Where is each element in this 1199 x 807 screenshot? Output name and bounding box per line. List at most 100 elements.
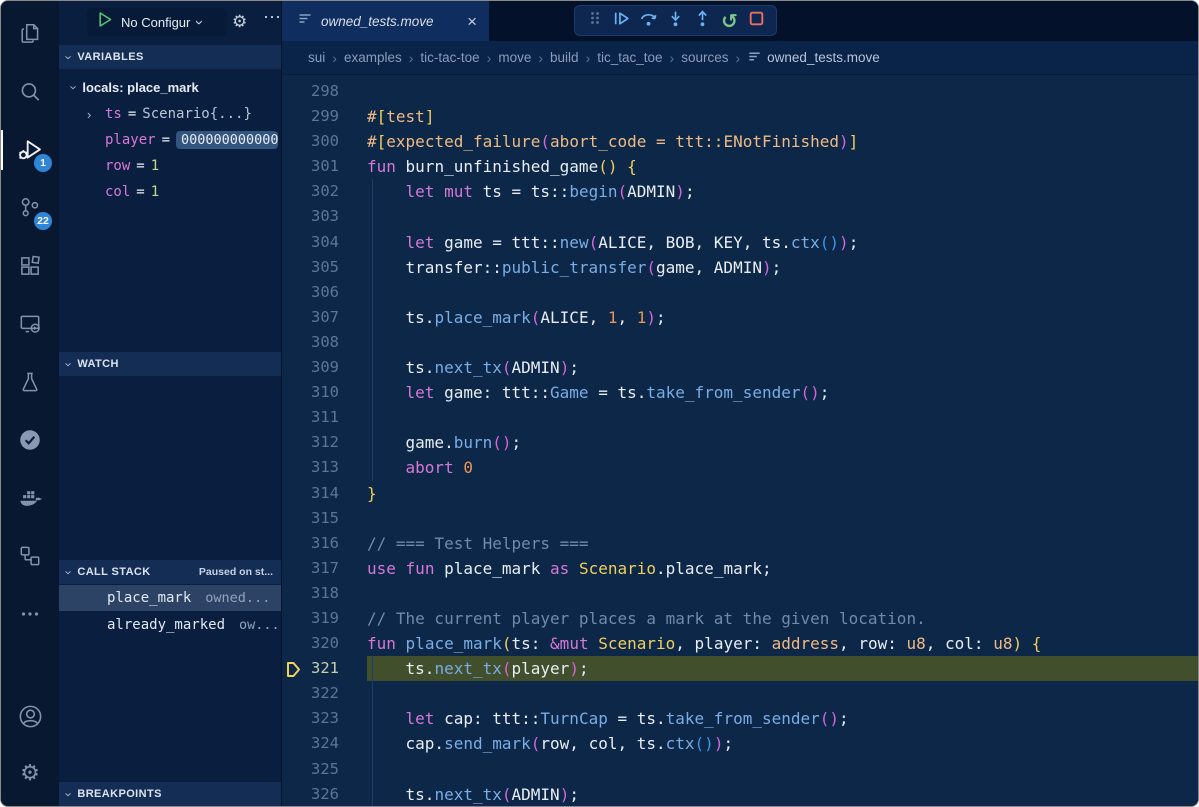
code-line-content[interactable] bbox=[367, 330, 1198, 355]
breadcrumb-item-build[interactable]: build bbox=[550, 50, 579, 65]
code-line-content[interactable]: use fun place_mark as Scenario.place_mar… bbox=[367, 556, 1198, 581]
activity-item-testing[interactable] bbox=[1, 353, 59, 411]
line-number[interactable]: 315 bbox=[282, 506, 339, 531]
call-stack-frame-place_mark[interactable]: place_markowned... bbox=[59, 585, 281, 611]
variable-row-player[interactable]: player=000000000000… bbox=[59, 127, 281, 153]
line-number[interactable]: 303 bbox=[282, 204, 339, 229]
line-number[interactable]: 326 bbox=[282, 782, 339, 806]
step-into-button[interactable] bbox=[662, 7, 689, 34]
code-line-content[interactable]: let mut ts = ts::begin(ADMIN); bbox=[367, 179, 1198, 204]
stop-button[interactable] bbox=[743, 7, 770, 34]
code-line-content[interactable]: fun place_mark(ts: &mut Scenario, player… bbox=[367, 631, 1198, 656]
code-line-content[interactable]: // The current player places a mark at t… bbox=[367, 606, 1198, 631]
code-line-content[interactable] bbox=[367, 405, 1198, 430]
activity-item-source-control[interactable]: 22 bbox=[1, 179, 59, 237]
breadcrumb-item-examples[interactable]: examples bbox=[344, 50, 402, 65]
breakpoints-section-header[interactable]: › BREAKPOINTS bbox=[59, 782, 281, 806]
line-number[interactable]: 323 bbox=[282, 706, 339, 731]
code-line-content[interactable]: ts.next_tx(player); bbox=[367, 656, 1198, 681]
line-number[interactable]: 308 bbox=[282, 330, 339, 355]
watch-section-header[interactable]: › WATCH bbox=[59, 352, 281, 376]
activity-item-search[interactable] bbox=[1, 63, 59, 121]
continue-button[interactable] bbox=[608, 7, 635, 34]
line-number[interactable]: 300 bbox=[282, 129, 339, 154]
breadcrumb-item-sui[interactable]: sui bbox=[308, 50, 325, 65]
variable-row-row[interactable]: row=1 bbox=[59, 153, 281, 179]
line-number[interactable]: 321 bbox=[282, 656, 339, 681]
restart-button[interactable]: ↺ bbox=[716, 7, 743, 34]
breadcrumb-file[interactable]: owned_tests.move bbox=[747, 49, 880, 67]
code-line-content[interactable] bbox=[367, 757, 1198, 782]
breadcrumb-item-sources[interactable]: sources bbox=[681, 50, 728, 65]
variables-section-header[interactable]: › VARIABLES bbox=[59, 45, 281, 69]
line-number[interactable]: 312 bbox=[282, 430, 339, 455]
code-line-content[interactable]: } bbox=[367, 481, 1198, 506]
line-number[interactable]: 320 bbox=[282, 631, 339, 656]
activity-item-run-debug[interactable]: 1 bbox=[1, 121, 59, 179]
code-line-content[interactable]: abort 0 bbox=[367, 455, 1198, 480]
code-line-content[interactable]: transfer::public_transfer(game, ADMIN); bbox=[367, 255, 1198, 280]
code-line-content[interactable]: #[expected_failure(abort_code = ttt::ENo… bbox=[367, 129, 1198, 154]
code-line-content[interactable] bbox=[367, 506, 1198, 531]
line-number[interactable]: 307 bbox=[282, 305, 339, 330]
code-line-content[interactable]: fun burn_unfinished_game() { bbox=[367, 154, 1198, 179]
breadcrumb-item-tic_tac_toe[interactable]: tic_tac_toe bbox=[597, 50, 662, 65]
code-line-content[interactable] bbox=[367, 79, 1198, 104]
code-line-content[interactable]: cap.send_mark(row, col, ts.ctx()); bbox=[367, 731, 1198, 756]
line-number[interactable]: 304 bbox=[282, 230, 339, 255]
debug-more-ellipsis-icon[interactable]: ⋯ bbox=[263, 7, 282, 28]
line-number[interactable]: 298 bbox=[282, 79, 339, 104]
code-line-content[interactable] bbox=[367, 581, 1198, 606]
activity-item-checks[interactable] bbox=[1, 411, 59, 469]
step-over-button[interactable] bbox=[635, 7, 662, 34]
code-line-content[interactable]: let game = ttt::new(ALICE, BOB, KEY, ts.… bbox=[367, 230, 1198, 255]
line-number[interactable]: 319 bbox=[282, 606, 339, 631]
line-number[interactable]: 318 bbox=[282, 581, 339, 606]
variable-row-col[interactable]: col=1 bbox=[59, 179, 281, 205]
activity-item-remote[interactable] bbox=[1, 295, 59, 353]
code-line-content[interactable] bbox=[367, 681, 1198, 706]
line-number[interactable]: 301 bbox=[282, 154, 339, 179]
line-number[interactable]: 310 bbox=[282, 380, 339, 405]
activity-item-settings[interactable]: ⚙ bbox=[1, 745, 59, 802]
line-number[interactable]: 299 bbox=[282, 104, 339, 129]
variables-scope[interactable]: › locals: place_mark bbox=[59, 74, 281, 100]
code-line-content[interactable]: #[test] bbox=[367, 104, 1198, 129]
line-number[interactable]: 317 bbox=[282, 556, 339, 581]
line-number[interactable]: 309 bbox=[282, 355, 339, 380]
debug-config-dropdown[interactable]: No Configur › bbox=[87, 8, 227, 36]
code-line-content[interactable]: ts.next_tx(ADMIN); bbox=[367, 355, 1198, 380]
code-line-content[interactable]: ts.next_tx(ADMIN); bbox=[367, 782, 1198, 806]
close-icon[interactable]: × bbox=[467, 13, 477, 30]
line-number[interactable]: 316 bbox=[282, 531, 339, 556]
drag-handle-button[interactable] bbox=[581, 7, 608, 34]
line-number[interactable]: 311 bbox=[282, 405, 339, 430]
activity-item-more[interactable] bbox=[1, 585, 59, 643]
code-line-content[interactable]: ts.place_mark(ALICE, 1, 1); bbox=[367, 305, 1198, 330]
call-stack-frame-already_marked[interactable]: already_markedow... bbox=[59, 612, 281, 638]
code-line-content[interactable]: let game: ttt::Game = ts.take_from_sende… bbox=[367, 380, 1198, 405]
code-line-content[interactable] bbox=[367, 280, 1198, 305]
line-number[interactable]: 322 bbox=[282, 681, 339, 706]
debug-settings-gear-icon[interactable]: ⚙ bbox=[232, 12, 247, 32]
activity-item-references[interactable] bbox=[1, 527, 59, 585]
activity-item-extensions[interactable] bbox=[1, 237, 59, 295]
call-stack-section-header[interactable]: › CALL STACK Paused on st... bbox=[59, 560, 281, 584]
line-number[interactable]: 305 bbox=[282, 255, 339, 280]
variable-row-ts[interactable]: ›ts=Scenario{...} bbox=[59, 101, 281, 127]
breadcrumb-item-move[interactable]: move bbox=[498, 50, 531, 65]
code-line-content[interactable]: // === Test Helpers === bbox=[367, 531, 1198, 556]
line-number[interactable]: 324 bbox=[282, 731, 339, 756]
activity-item-accounts[interactable] bbox=[1, 688, 59, 745]
line-number[interactable]: 313 bbox=[282, 455, 339, 480]
activity-item-explorer[interactable] bbox=[1, 5, 59, 63]
tab-owned-tests-move[interactable]: owned_tests.move × bbox=[282, 1, 489, 41]
line-number[interactable]: 325 bbox=[282, 757, 339, 782]
code-line-content[interactable]: let cap: ttt::TurnCap = ts.take_from_sen… bbox=[367, 706, 1198, 731]
line-number[interactable]: 314 bbox=[282, 481, 339, 506]
line-number[interactable]: 302 bbox=[282, 179, 339, 204]
breadcrumb-item-tic-tac-toe[interactable]: tic-tac-toe bbox=[420, 50, 479, 65]
line-number[interactable]: 306 bbox=[282, 280, 339, 305]
activity-item-docker[interactable] bbox=[1, 469, 59, 527]
code-line-content[interactable]: game.burn(); bbox=[367, 430, 1198, 455]
